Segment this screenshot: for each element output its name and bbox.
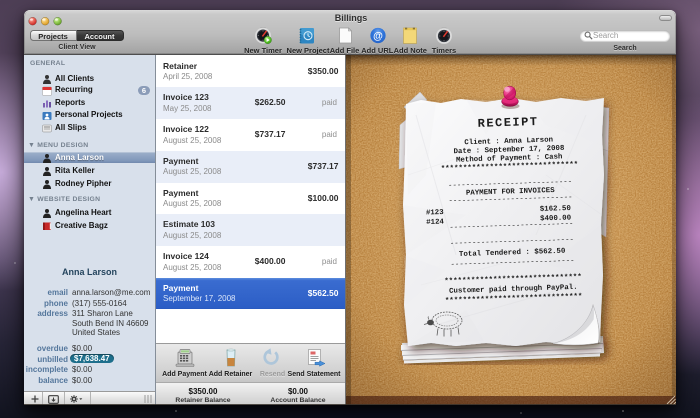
svg-text:#124: #124 bbox=[426, 218, 445, 227]
svg-text:@: @ bbox=[373, 31, 383, 42]
svg-text:$162.50: $162.50 bbox=[540, 205, 572, 214]
svg-text:#123: #123 bbox=[426, 209, 445, 218]
svg-text:RECEIPT: RECEIPT bbox=[477, 115, 538, 131]
